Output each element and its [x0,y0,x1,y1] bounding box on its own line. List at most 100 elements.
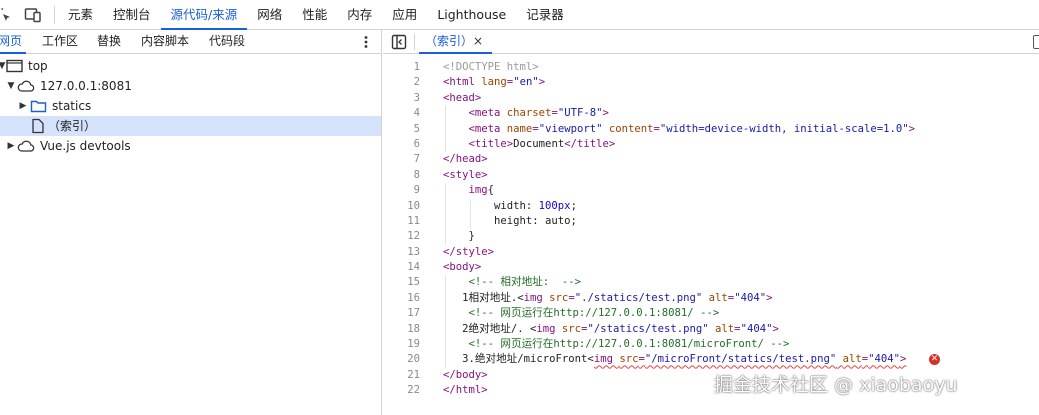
code-token: img [468,184,488,197]
line-number[interactable]: 1 [383,60,420,75]
code-line[interactable]: 16 1相对地址.<img src="./statics/test.png" a… [383,290,1039,307]
tree-item-label: top [28,59,48,73]
code-line[interactable]: 3 <head> [383,91,1039,106]
code-token: <body> [443,261,482,274]
navigator-tab-content-scripts[interactable]: 内容脚本 [141,30,189,54]
tab-memory[interactable]: 内存 [337,0,382,30]
line-source: <title>Document</title> [443,137,616,152]
code-line[interactable]: 4 <meta charset="UTF-8"> [383,106,1039,122]
code-line[interactable]: 14 <body> [383,260,1039,275]
code-line[interactable]: 2 <html lang="en"> [383,75,1039,90]
code-line[interactable]: 1 <!DOCTYPE html> [383,60,1039,75]
code-line[interactable]: 20 3.绝对地址/microFront<img src="/microFron… [383,352,1039,368]
code-line[interactable]: 9 img{ [383,183,1039,199]
code-token: width: [443,199,539,212]
line-number[interactable]: 3 [383,91,420,106]
line-number[interactable]: 17 [383,306,420,321]
line-number[interactable]: 10 [383,199,420,214]
editor-tab-bar: （索引） × [383,30,1039,54]
line-number[interactable]: 4 [383,106,420,121]
code-line[interactable]: 5 <meta name="viewport" content="width=d… [383,121,1039,137]
code-token: > [908,122,916,135]
navigator-tab-snippets[interactable]: 代码段 [209,30,245,54]
line-source: width: 100px; [443,199,577,214]
tab-sources[interactable]: 源代码/来源 [160,0,248,30]
line-source: <style> [443,168,488,183]
line-number[interactable]: 19 [383,337,420,352]
code-line[interactable]: 13 </style> [383,245,1039,260]
toggle-navigator-icon[interactable] [391,34,407,50]
code-token: height: auto; [443,214,577,227]
code-line[interactable]: 11 height: auto; [383,213,1039,230]
device-toolbar-icon[interactable] [24,7,41,23]
inspect-element-icon[interactable] [0,7,12,23]
tab-console[interactable]: 控制台 [103,0,161,30]
code-view[interactable]: 1 <!DOCTYPE html> 2 <html lang="en"> 3 <head>… [383,60,1039,399]
line-number[interactable]: 5 [383,122,420,137]
line-number[interactable]: 9 [383,183,420,198]
tree-item-index-file[interactable]: （索引） [0,116,381,136]
code-line[interactable]: 12 } [383,229,1039,245]
code-token: <meta [468,107,507,120]
navigator-tab-page[interactable]: 网页 [0,30,26,54]
file-tree: ▼ top ▼ 127.0.0.1:8081 ▶ statics （索引） ▶ … [0,56,381,156]
more-options-icon[interactable] [358,34,374,50]
code-line[interactable]: 6 <title>Document</title> [383,136,1039,153]
code-token: } [443,230,475,243]
code-token: <!-- 相对地址: --> [468,276,582,289]
navigator-tab-overrides[interactable]: 替换 [97,30,121,54]
code-line[interactable]: 15 <!-- 相对地址: --> [383,275,1039,291]
tab-performance[interactable]: 性能 [292,0,337,30]
line-source: <html lang="en"> [443,75,545,90]
close-tab-icon[interactable]: × [473,30,483,53]
line-number[interactable]: 22 [383,383,420,398]
error-icon[interactable]: ✕ [929,354,940,366]
code-token: content [608,122,654,135]
line-number[interactable]: 6 [383,137,420,152]
code-token: <html [443,76,482,89]
tab-recorder[interactable]: 记录器 [516,0,574,30]
line-number[interactable]: 2 [383,75,420,90]
code-token: img [593,353,620,366]
code-line[interactable]: 18 2绝对地址/. <img src="/statics/test.png" … [383,321,1039,338]
code-line[interactable]: 7 </head> [383,152,1039,167]
line-number[interactable]: 13 [383,245,420,260]
line-number[interactable]: 21 [383,368,420,383]
expand-arrow-icon[interactable]: ▼ [6,76,16,96]
code-line[interactable]: 17 <!-- 网页运行在http://127.0.0.1:8081/ --> [383,306,1039,322]
line-number[interactable]: 20 [383,352,420,367]
navigator-tab-workspace[interactable]: 工作区 [42,30,78,54]
line-number[interactable]: 7 [383,152,420,167]
code-token: </head> [443,153,488,166]
code-token: 100px [538,199,571,212]
tab-application[interactable]: 应用 [382,0,427,30]
code-line[interactable]: 19 <!-- 网页运行在http://127.0.0.1:8081/micro… [383,337,1039,353]
toggle-debugger-icon[interactable] [1033,35,1039,49]
tree-item-top[interactable]: ▼ top [0,56,381,76]
tab-elements[interactable]: 元素 [58,0,103,30]
cloud-icon [17,138,35,154]
line-number[interactable]: 15 [383,275,420,290]
tree-item-extension[interactable]: ▶ Vue.js devtools [0,136,381,156]
tree-item-origin[interactable]: ▼ 127.0.0.1:8081 [0,76,381,96]
tree-item-folder[interactable]: ▶ statics [0,96,381,116]
open-file-tab[interactable]: （索引） × [419,30,492,54]
code-token: </body> [443,368,488,381]
line-number[interactable]: 12 [383,229,420,244]
line-number[interactable]: 11 [383,214,420,229]
tab-lighthouse[interactable]: Lighthouse [427,0,516,30]
code-line[interactable]: 8 <style> [383,168,1039,183]
collapse-arrow-icon[interactable]: ▶ [18,96,28,116]
collapse-arrow-icon[interactable]: ▶ [6,136,16,156]
line-number[interactable]: 18 [383,322,420,337]
line-source: } [443,229,475,244]
code-line[interactable]: 10 width: 100px; [383,198,1039,214]
line-number[interactable]: 14 [383,260,420,275]
tab-network[interactable]: 网络 [247,0,292,30]
tree-item-label: 127.0.0.1:8081 [40,79,132,93]
line-number[interactable]: 8 [383,168,420,183]
tree-item-label: Vue.js devtools [40,139,131,153]
line-number[interactable]: 16 [383,291,420,306]
